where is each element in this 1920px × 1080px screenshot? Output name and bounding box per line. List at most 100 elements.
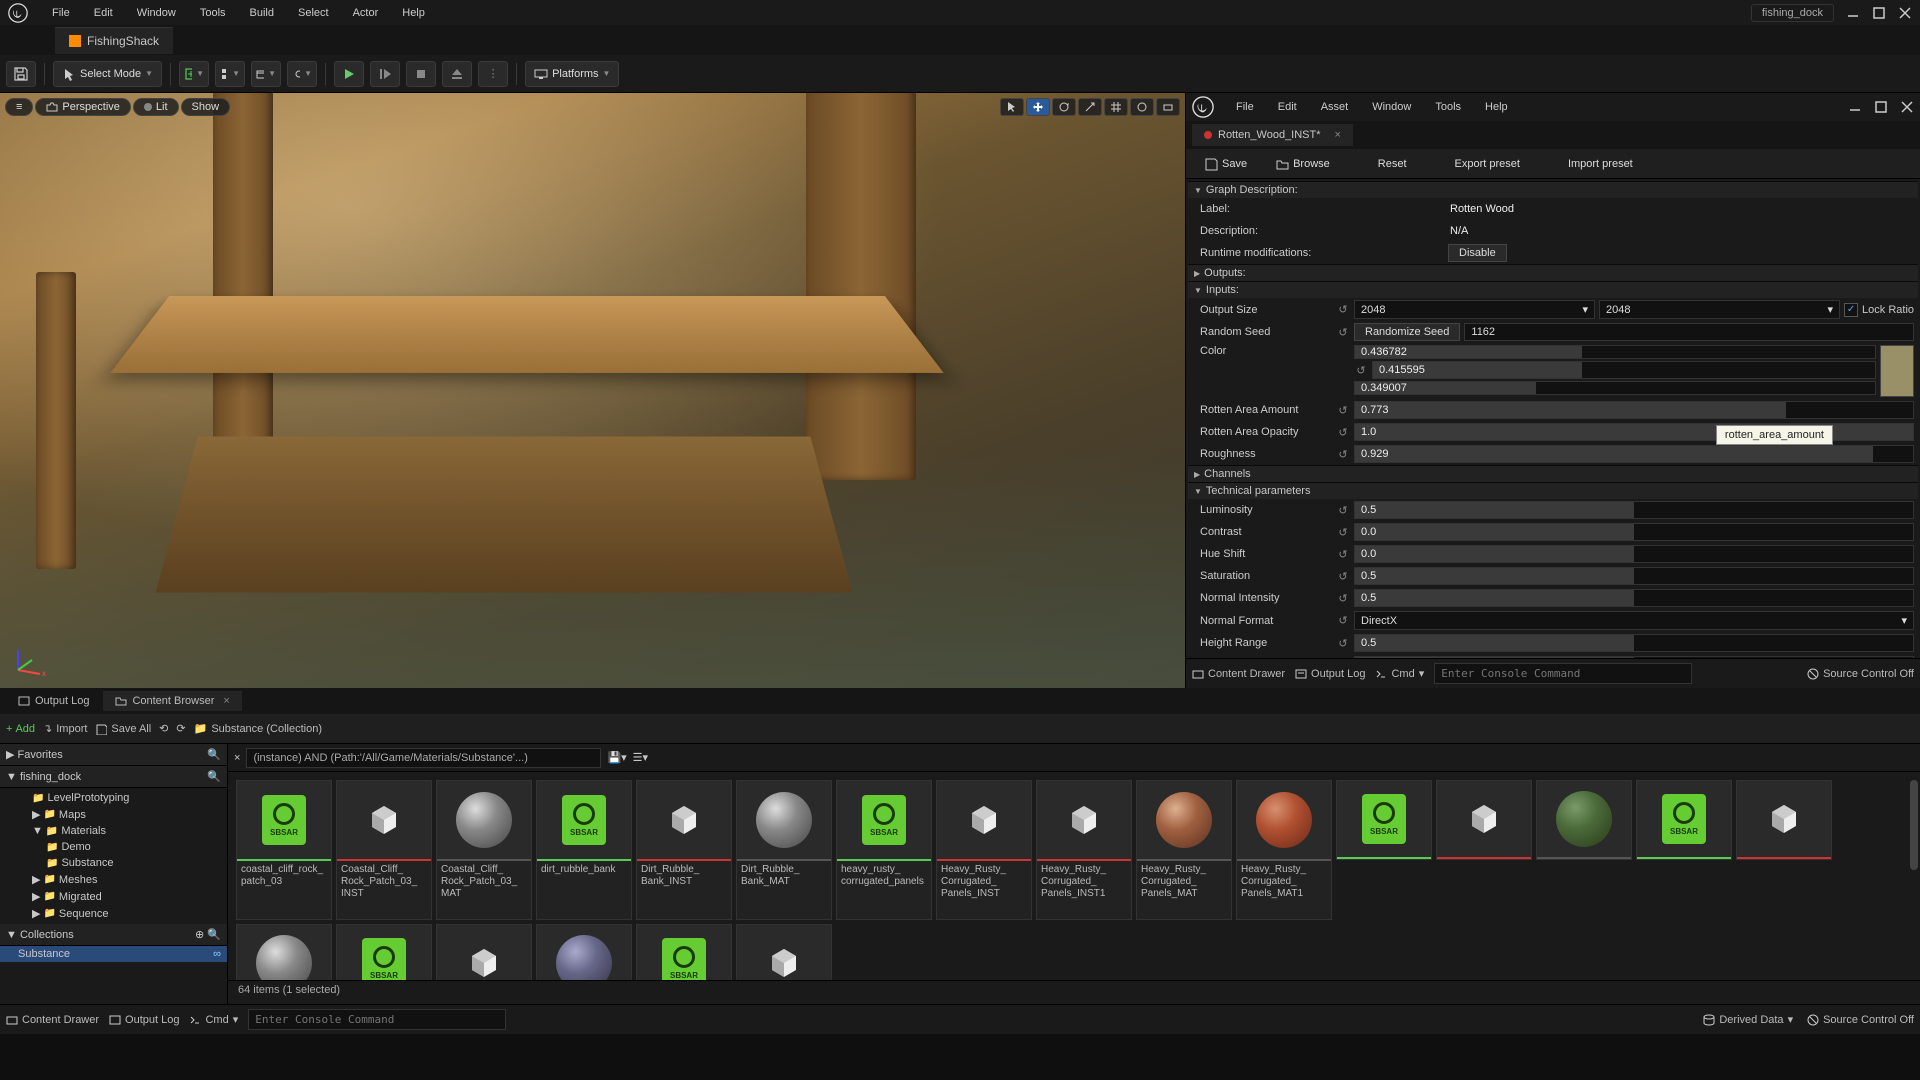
reset-icon[interactable]: ↺ (1336, 570, 1350, 583)
save-all-button[interactable]: Save All (95, 723, 151, 735)
color-b-slider[interactable]: 0.349007 (1354, 381, 1876, 395)
clear-search-icon[interactable]: × (234, 752, 240, 764)
randomize-seed-button[interactable]: Randomize Seed (1354, 323, 1460, 341)
asset-item[interactable] (1636, 780, 1732, 860)
contrast-slider[interactable]: 0.0 (1354, 523, 1914, 541)
reset-icon[interactable]: ↺ (1336, 526, 1350, 539)
favorites-header[interactable]: ▶ Favorites🔍 (0, 744, 227, 766)
luminosity-slider[interactable]: 0.5 (1354, 501, 1914, 519)
substance-tab[interactable]: Rotten_Wood_INST* × (1192, 124, 1353, 146)
snap-angle-button[interactable] (1130, 98, 1154, 116)
rp-menu-help[interactable]: Help (1473, 98, 1520, 116)
add-button[interactable]: + Add (6, 723, 35, 735)
play-options-button[interactable]: ⋮ (478, 61, 508, 87)
menu-tools[interactable]: Tools (188, 4, 238, 22)
section-graph-description[interactable]: ▼Graph Description: (1188, 181, 1918, 198)
asset-item[interactable] (1536, 780, 1632, 860)
scale-tool[interactable] (1078, 98, 1102, 116)
rotate-tool[interactable] (1052, 98, 1076, 116)
rotten-amount-slider[interactable]: 0.773 (1354, 401, 1914, 419)
history-fwd-button[interactable]: ⟳ (176, 722, 185, 735)
tree-item[interactable]: ▶ 📁Sequence (0, 905, 227, 922)
camera-speed-button[interactable] (1156, 98, 1180, 116)
marketplace-button[interactable]: ▼ (215, 61, 245, 87)
content-browser-tab[interactable]: Content Browser× (103, 691, 241, 711)
tree-item[interactable]: 📁LevelPrototyping (0, 790, 227, 806)
rp-minimize-button[interactable] (1848, 100, 1862, 114)
asset-item[interactable] (436, 924, 532, 980)
asset-item[interactable]: heavy_rusty_corrugated_panels (836, 780, 932, 920)
asset-item[interactable] (636, 924, 732, 980)
seed-field[interactable]: 1162 (1464, 323, 1914, 341)
rp-source-control-button[interactable]: Source Control Off (1807, 668, 1914, 680)
rp-menu-tools[interactable]: Tools (1423, 98, 1473, 116)
asset-item[interactable]: Heavy_Rusty_Corrugated_Panels_MAT (1136, 780, 1232, 920)
select-mode-button[interactable]: Select Mode ▼ (53, 61, 162, 87)
search-field[interactable]: (instance) AND (Path:'/All/Game/Material… (246, 748, 601, 768)
reset-icon[interactable]: ↺ (1336, 614, 1350, 627)
asset-item[interactable] (736, 924, 832, 980)
reset-icon[interactable]: ↺ (1336, 326, 1350, 339)
asset-item[interactable] (236, 924, 332, 980)
source-control-button[interactable]: Source Control Off (1807, 1014, 1914, 1026)
search-icon[interactable]: 🔍 (207, 748, 221, 761)
rp-cmd-button[interactable]: Cmd ▾ (1375, 667, 1424, 680)
section-technical[interactable]: ▼Technical parameters (1188, 482, 1918, 499)
add-collection-icon[interactable]: ⊕ (195, 929, 204, 941)
asset-item[interactable]: Coastal_Cliff_Rock_Patch_03_MAT (436, 780, 532, 920)
search-icon[interactable]: 🔍 (207, 770, 221, 783)
breadcrumb-button[interactable]: 📁 Substance (Collection) (194, 722, 322, 735)
close-tab-icon[interactable]: × (1335, 129, 1341, 141)
color-r-slider[interactable]: 0.436782 (1354, 345, 1876, 359)
tree-item[interactable]: ▶ 📁Meshes (0, 871, 227, 888)
saturation-slider[interactable]: 0.5 (1354, 567, 1914, 585)
menu-edit[interactable]: Edit (82, 4, 125, 22)
output-log-tab[interactable]: Output Log (6, 691, 101, 711)
platforms-button[interactable]: Platforms ▼ (525, 61, 619, 87)
save-level-button[interactable] (6, 61, 36, 87)
tree-item[interactable]: ▶ 📁Migrated (0, 888, 227, 905)
search-icon[interactable]: 🔍 (207, 929, 221, 941)
menu-build[interactable]: Build (238, 4, 286, 22)
collections-header[interactable]: ▼ Collections⊕ 🔍 (0, 924, 227, 946)
disable-button[interactable]: Disable (1448, 244, 1507, 262)
rp-maximize-button[interactable] (1874, 100, 1888, 114)
reset-button[interactable]: Reset (1366, 154, 1419, 174)
rp-output-log-button[interactable]: Output Log (1295, 668, 1365, 680)
asset-item[interactable] (1436, 780, 1532, 860)
menu-select[interactable]: Select (286, 4, 341, 22)
snap-grid-button[interactable] (1104, 98, 1128, 116)
asset-item[interactable] (1336, 780, 1432, 860)
rp-menu-window[interactable]: Window (1360, 98, 1423, 116)
menu-file[interactable]: File (40, 4, 82, 22)
viewport-camera-button[interactable]: Perspective (35, 98, 130, 116)
normal-format-dropdown[interactable]: DirectX▾ (1354, 611, 1914, 630)
filter-icon[interactable]: ☰▾ (633, 751, 648, 764)
save-search-icon[interactable]: 💾▾ (607, 751, 626, 764)
import-button[interactable]: ↴ Import (43, 722, 87, 735)
asset-item[interactable]: Coastal_Cliff_Rock_Patch_03_INST (336, 780, 432, 920)
reset-icon[interactable]: ↺ (1336, 448, 1350, 461)
normal-intensity-slider[interactable]: 0.5 (1354, 589, 1914, 607)
asset-item[interactable] (336, 924, 432, 980)
viewport-show-button[interactable]: Show (181, 98, 231, 116)
reset-icon[interactable]: ↺ (1336, 548, 1350, 561)
color-g-slider[interactable]: 0.415595 (1372, 361, 1876, 379)
lock-ratio-checkbox[interactable]: ✓ (1844, 303, 1858, 317)
menu-help[interactable]: Help (390, 4, 437, 22)
reset-icon[interactable]: ↺ (1354, 364, 1368, 377)
move-tool[interactable] (1026, 98, 1050, 116)
play-button[interactable] (334, 61, 364, 87)
project-header[interactable]: ▼ fishing_dock🔍 (0, 766, 227, 788)
menu-window[interactable]: Window (125, 4, 188, 22)
import-preset-button[interactable]: Import preset (1556, 154, 1645, 174)
output-height-dropdown[interactable]: 2048▾ (1599, 300, 1840, 319)
roughness-slider[interactable]: 0.929 (1354, 445, 1914, 463)
close-tab-icon[interactable]: × (223, 695, 229, 707)
menu-actor[interactable]: Actor (341, 4, 391, 22)
select-tool[interactable] (1000, 98, 1024, 116)
section-channels[interactable]: ▶Channels (1188, 465, 1918, 482)
rp-menu-asset[interactable]: Asset (1309, 98, 1361, 116)
history-back-button[interactable]: ⟲ (159, 722, 168, 735)
add-content-button[interactable]: ▼ (179, 61, 209, 87)
